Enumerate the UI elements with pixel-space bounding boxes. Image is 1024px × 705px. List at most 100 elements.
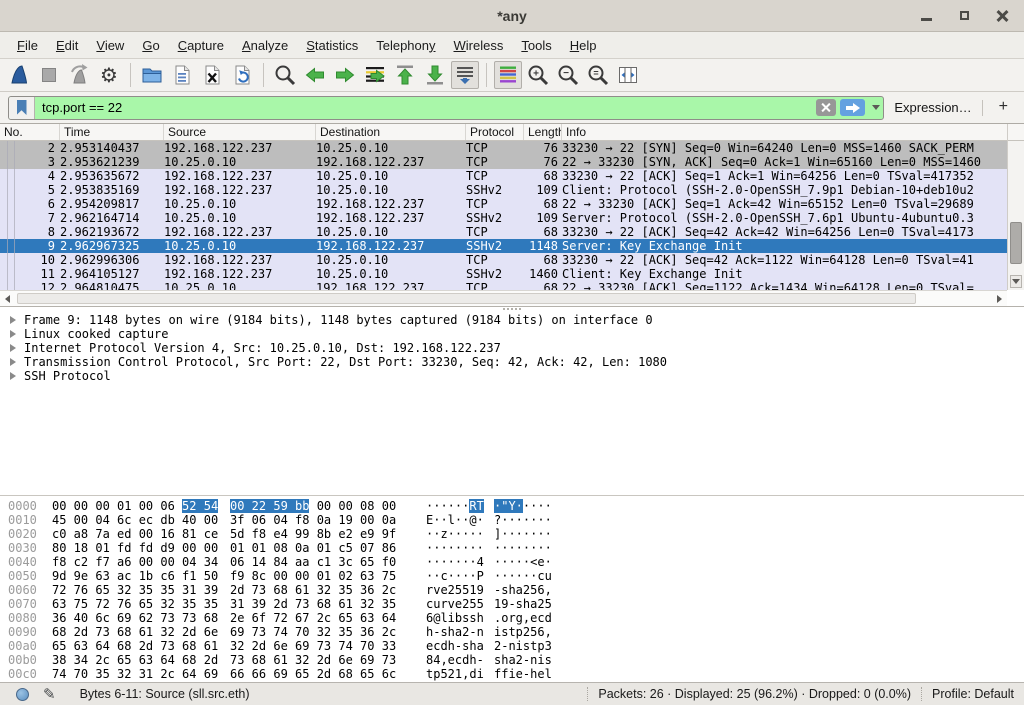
- packet-row-11[interactable]: 112.964105127192.168.122.23710.25.0.10SS…: [0, 267, 1007, 281]
- capture-comment-icon[interactable]: ✎: [43, 687, 56, 702]
- column-header-destination[interactable]: Destination: [316, 124, 466, 140]
- menu-edit[interactable]: Edit: [47, 34, 87, 57]
- go-back-button[interactable]: [301, 61, 329, 89]
- zoom-out-button[interactable]: −: [554, 61, 582, 89]
- menu-capture[interactable]: Capture: [169, 34, 233, 57]
- start-capture-button[interactable]: [5, 61, 33, 89]
- menu-telephony[interactable]: Telephony: [367, 34, 444, 57]
- menu-analyze[interactable]: Analyze: [233, 34, 297, 57]
- open-file-button[interactable]: [138, 61, 166, 89]
- stop-capture-button[interactable]: [35, 61, 63, 89]
- reload-file-button[interactable]: [228, 61, 256, 89]
- zoom-original-button[interactable]: =: [584, 61, 612, 89]
- column-header-no[interactable]: No.: [0, 124, 60, 140]
- restart-capture-button[interactable]: [65, 61, 93, 89]
- menu-file[interactable]: File: [8, 34, 47, 57]
- status-profile[interactable]: Profile: Default: [932, 687, 1014, 701]
- column-header-time[interactable]: Time: [60, 124, 164, 140]
- ascii-bytes: 2-nistp3: [494, 639, 558, 653]
- detail-row[interactable]: Transmission Control Protocol, Src Port:…: [6, 355, 1024, 369]
- menu-go[interactable]: Go: [133, 34, 168, 57]
- scroll-right-button[interactable]: [992, 291, 1007, 306]
- hex-row-0070[interactable]: 007063 75 72 76 65 32 35 3531 39 2d 73 6…: [8, 597, 1024, 611]
- expand-triangle-icon[interactable]: [10, 358, 16, 366]
- hex-row-0010[interactable]: 001045 00 04 6c ec db 40 003f 06 04 f8 0…: [8, 513, 1024, 527]
- packet-row-9[interactable]: 92.96296732510.25.0.10192.168.122.237SSH…: [0, 239, 1007, 253]
- zoom-in-button[interactable]: +: [524, 61, 552, 89]
- find-packet-button[interactable]: [271, 61, 299, 89]
- hex-row-0030[interactable]: 003080 18 01 fd fd d9 00 0001 01 08 0a 0…: [8, 541, 1024, 555]
- detail-text: SSH Protocol: [24, 369, 111, 383]
- scroll-down-button[interactable]: [1010, 275, 1022, 288]
- add-filter-button[interactable]: +: [991, 98, 1016, 118]
- menu-tools[interactable]: Tools: [512, 34, 560, 57]
- cell-proto: TCP: [466, 225, 524, 239]
- display-filter-field[interactable]: tcp.port == 22: [8, 96, 884, 120]
- minimize-button[interactable]: [918, 8, 934, 24]
- horizontal-scrollbar-thumb[interactable]: [17, 293, 916, 304]
- scroll-left-button[interactable]: [0, 291, 15, 306]
- auto-scroll-button[interactable]: [451, 61, 479, 89]
- expression-button[interactable]: Expression…: [892, 100, 973, 115]
- vertical-scrollbar-thumb[interactable]: [1010, 222, 1022, 264]
- hex-row-0050[interactable]: 00509d 9e 63 ac 1b c6 f1 50f9 8c 00 00 0…: [8, 569, 1024, 583]
- column-header-protocol[interactable]: Protocol: [466, 124, 524, 140]
- hex-row-0020[interactable]: 0020c0 a8 7a ed 00 16 81 ce5d f8 e4 99 8…: [8, 527, 1024, 541]
- go-forward-button[interactable]: [331, 61, 359, 89]
- cell-time: 2.962193672: [60, 225, 164, 239]
- hex-row-0040[interactable]: 0040f8 c2 f7 a6 00 00 04 3406 14 84 aa c…: [8, 555, 1024, 569]
- capture-file-properties-icon[interactable]: [16, 688, 29, 701]
- menu-statistics[interactable]: Statistics: [297, 34, 367, 57]
- maximize-button[interactable]: [956, 8, 972, 24]
- hex-row-0060[interactable]: 006072 76 65 32 35 35 31 392d 73 68 61 3…: [8, 583, 1024, 597]
- hex-row-0090[interactable]: 009068 2d 73 68 61 32 2d 6e69 73 74 70 3…: [8, 625, 1024, 639]
- resize-columns-button[interactable]: [614, 61, 642, 89]
- packet-row-5[interactable]: 52.953835169192.168.122.23710.25.0.10SSH…: [0, 183, 1007, 197]
- go-to-packet-button[interactable]: [361, 61, 389, 89]
- packet-row-4[interactable]: 42.953635672192.168.122.23710.25.0.10TCP…: [0, 169, 1007, 183]
- hex-row-0080[interactable]: 008036 40 6c 69 62 73 73 682e 6f 72 67 2…: [8, 611, 1024, 625]
- filter-bookmark-button[interactable]: [9, 97, 35, 119]
- hex-row-00a0[interactable]: 00a065 63 64 68 2d 73 68 6132 2d 6e 69 7…: [8, 639, 1024, 653]
- detail-row[interactable]: Internet Protocol Version 4, Src: 10.25.…: [6, 341, 1024, 355]
- column-header-info[interactable]: Info: [562, 124, 1007, 140]
- expand-triangle-icon[interactable]: [10, 330, 16, 338]
- packet-row-8[interactable]: 82.962193672192.168.122.23710.25.0.10TCP…: [0, 225, 1007, 239]
- menu-view[interactable]: View: [87, 34, 133, 57]
- save-file-icon: [170, 63, 194, 87]
- menu-wireless[interactable]: Wireless: [445, 34, 513, 57]
- packet-list-horizontal-scrollbar[interactable]: [0, 290, 1007, 306]
- expand-triangle-icon[interactable]: [10, 372, 16, 380]
- capture-options-button[interactable]: ⚙: [95, 61, 123, 89]
- packet-list-vertical-scrollbar[interactable]: [1007, 124, 1024, 290]
- packet-row-10[interactable]: 102.962996306192.168.122.23710.25.0.10TC…: [0, 253, 1007, 267]
- packet-row-6[interactable]: 62.95420981710.25.0.10192.168.122.237TCP…: [0, 197, 1007, 211]
- horizontal-scrollbar-track[interactable]: [15, 291, 992, 306]
- packet-row-7[interactable]: 72.96216471410.25.0.10192.168.122.237SSH…: [0, 211, 1007, 225]
- hex-row-00c0[interactable]: 00c074 70 35 32 31 2c 64 6966 66 69 65 2…: [8, 667, 1024, 681]
- filter-clear-button[interactable]: [816, 99, 836, 116]
- close-file-button[interactable]: [198, 61, 226, 89]
- display-filter-input[interactable]: tcp.port == 22: [35, 100, 816, 115]
- hex-offset: 00c0: [8, 667, 42, 681]
- column-header-source[interactable]: Source: [164, 124, 316, 140]
- colorize-packets-button[interactable]: [494, 61, 522, 89]
- detail-row[interactable]: Frame 9: 1148 bytes on wire (9184 bits),…: [6, 313, 1024, 327]
- filter-apply-button[interactable]: [840, 99, 865, 116]
- expand-triangle-icon[interactable]: [10, 344, 16, 352]
- column-header-length[interactable]: Length: [524, 124, 562, 140]
- hex-row-00b0[interactable]: 00b038 34 2c 65 63 64 68 2d73 68 61 32 2…: [8, 653, 1024, 667]
- menu-help[interactable]: Help: [561, 34, 606, 57]
- filter-history-dropdown[interactable]: [868, 97, 883, 119]
- go-last-packet-button[interactable]: [421, 61, 449, 89]
- save-file-button[interactable]: [168, 61, 196, 89]
- hex-row-0000[interactable]: 000000 00 00 01 00 06 52 5400 22 59 bb 0…: [8, 499, 1024, 513]
- expand-triangle-icon[interactable]: [10, 316, 16, 324]
- packet-row-2[interactable]: 22.953140437192.168.122.23710.25.0.10TCP…: [0, 141, 1007, 155]
- detail-row[interactable]: SSH Protocol: [6, 369, 1024, 383]
- pane-splitter-grip[interactable]: [503, 308, 521, 310]
- close-button[interactable]: [994, 8, 1010, 24]
- go-first-packet-button[interactable]: [391, 61, 419, 89]
- detail-row[interactable]: Linux cooked capture: [6, 327, 1024, 341]
- packet-row-3[interactable]: 32.95362123910.25.0.10192.168.122.237TCP…: [0, 155, 1007, 169]
